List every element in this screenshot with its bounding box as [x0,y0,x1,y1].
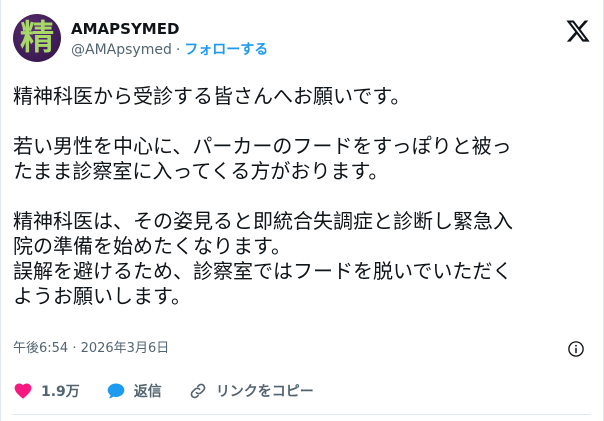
tweet-paragraph-3-line-1: 精神科医は、その姿見ると即統合失調症と診断し緊急入 [13,209,513,233]
handle[interactable]: @AMApsymed [71,42,172,58]
tweet-paragraph-3-line-2: 院の準備を始めたくなります。 [13,234,291,258]
speech-bubble-icon [107,383,125,399]
timestamp[interactable]: 午後6:54 · 2026年3月6日 [13,341,169,356]
follow-button[interactable]: フォローする [184,42,268,58]
tweet-paragraph-1: 精神科医から受診する皆さんへお願いです。 [13,84,411,108]
x-logo-icon[interactable] [565,18,591,44]
avatar-glyph: 精 [20,18,54,58]
like-count: 1.9万 [41,384,80,400]
link-icon [190,383,206,399]
tweet-card: 精 AMAPSYMED @AMApsymed · フォローする 精神科医から受診する… [0,0,604,421]
like-button[interactable]: 1.9万 [13,381,80,401]
info-icon[interactable] [567,340,585,358]
tweet-paragraph-2-line-2: たまま診察室に入ってくる方がおります。 [13,159,389,183]
tweet-header: 精 AMAPSYMED @AMApsymed · フォローする [13,14,591,64]
author-subline: @AMApsymed · フォローする [71,40,268,60]
separator-dot: · [175,42,181,58]
author-names: AMAPSYMED @AMApsymed · フォローする [71,20,268,60]
bottom-divider [13,414,591,415]
reply-label: 返信 [133,384,162,400]
copy-link-label: リンクをコピー [215,384,314,400]
tweet-actions: 1.9万 返信 リンクをコピー [13,378,591,404]
display-name[interactable]: AMAPSYMED [71,20,268,38]
tweet-paragraph-4-line-2: ようお願いします。 [13,284,191,308]
reply-button[interactable]: 返信 [106,381,162,401]
tweet-meta: 午後6:54 · 2026年3月6日 [13,338,591,360]
avatar[interactable]: 精 [13,14,61,62]
tweet-paragraph-4-line-1: 誤解を避けるため、診察室ではフードを脱いでいただく [13,259,513,283]
tweet-paragraph-2-line-1: 若い男性を中心に、パーカーのフードをすっぽりと被っ [13,134,512,158]
copy-link-button[interactable]: リンクをコピー [188,381,314,401]
heart-icon [14,383,32,399]
tweet-body: 精神科医から受診する皆さんへお願いです。 若い男性を中心に、パーカーのフードをす… [13,84,591,309]
